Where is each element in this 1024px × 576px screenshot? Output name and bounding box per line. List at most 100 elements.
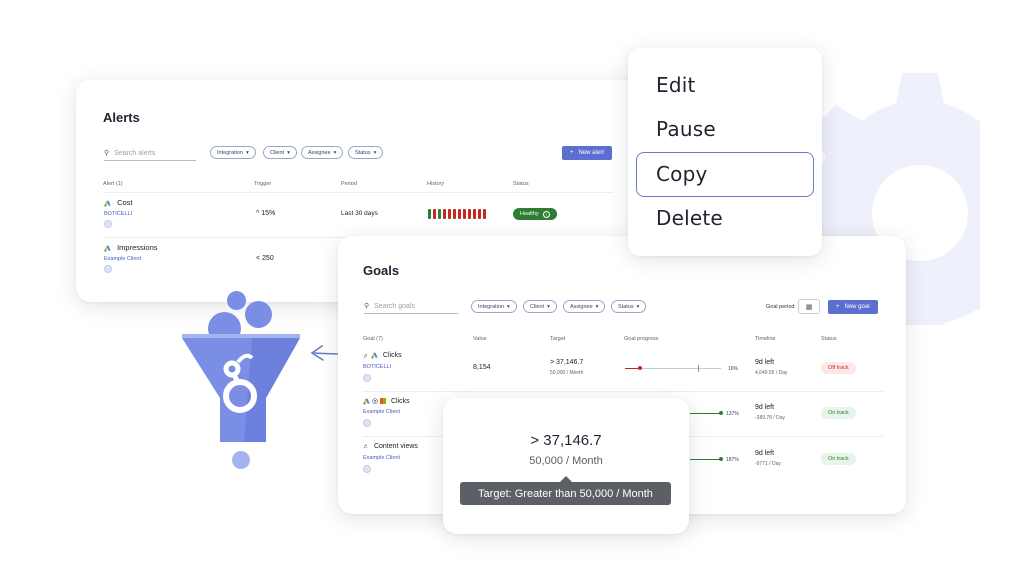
goal-name: Content views: [373, 443, 418, 450]
menu-item-pause[interactable]: Pause: [656, 117, 716, 141]
trigger-value: ^ 15%: [256, 210, 276, 217]
avatar: [363, 419, 371, 427]
alerts-search-placeholder: Search alerts: [114, 149, 156, 157]
google-ads-icon: [104, 245, 111, 252]
goal-progress-pct: 187%: [726, 457, 739, 463]
table-row[interactable]: ♬ Clicks: [363, 352, 402, 359]
client-link[interactable]: BOTICELLI: [104, 211, 132, 217]
history-bar: [442, 209, 447, 219]
filter-client[interactable]: Client ▾: [523, 300, 557, 313]
trigger-value: < 250: [256, 255, 274, 262]
col-status: Status: [821, 336, 837, 342]
client-link[interactable]: Example Client: [104, 256, 141, 262]
target-sub: 50,000 / Month: [529, 455, 603, 467]
history-bar: [432, 209, 437, 219]
chevron-down-icon: ▾: [246, 149, 249, 156]
new-alert-button[interactable]: + New alert: [562, 146, 612, 160]
calendar-icon[interactable]: ▦: [798, 299, 820, 314]
goals-search-input[interactable]: ⚲ Search goals: [364, 302, 458, 314]
google-ads-icon: [104, 200, 111, 207]
filter-client[interactable]: Client ▾: [263, 146, 297, 159]
history-bar: [428, 209, 432, 219]
google-ads-icon: [363, 398, 370, 405]
history-bar: [467, 209, 472, 219]
history-bar: [462, 209, 467, 219]
info-icon: i: [542, 210, 550, 218]
avatar: [104, 265, 112, 273]
alert-name: Cost: [117, 198, 133, 207]
col-goal-progress: Goal progress: [624, 336, 659, 342]
plus-icon: +: [570, 150, 574, 156]
megaphone-icon: ♬: [363, 353, 369, 360]
menu-item-copy[interactable]: Copy: [656, 162, 708, 186]
goal-period-label: Goal period: [766, 304, 795, 310]
timeline-sub: 4,649.55 / Day: [755, 370, 788, 376]
history-bars: [428, 209, 487, 219]
client-link[interactable]: Example Client: [363, 455, 400, 461]
goals-search-placeholder: Search goals: [374, 302, 415, 310]
goal-name: Clicks: [390, 398, 410, 405]
history-bar: [447, 209, 452, 219]
filter-assignee[interactable]: Assignee ▾: [301, 146, 344, 159]
filter-integration[interactable]: Integration ▾: [471, 300, 517, 313]
alert-name: Impressions: [117, 243, 158, 252]
client-link[interactable]: Example Client: [363, 409, 400, 415]
table-row[interactable]: ◎ Clicks: [363, 397, 410, 405]
divider: [103, 192, 613, 193]
context-menu: Edit Pause Copy Delete: [628, 48, 822, 256]
alerts-search-input[interactable]: ⚲ Search alerts: [104, 149, 196, 161]
target-detail-card: > 37,146.7 50,000 / Month Target: Greate…: [443, 398, 689, 534]
history-bar: [452, 209, 457, 219]
history-bar: [472, 209, 477, 219]
filter-integration[interactable]: Integration ▾: [210, 146, 256, 159]
timeline-sub: -9771 / Day: [755, 461, 781, 467]
goal-progress-bar: [690, 457, 723, 462]
chevron-down-icon: ▾: [287, 149, 290, 156]
plus-icon: +: [836, 304, 840, 310]
menu-item-delete[interactable]: Delete: [656, 206, 723, 230]
status-badge: Healthy i: [513, 208, 557, 220]
goal-progress-pct: 137%: [726, 411, 739, 417]
table-row[interactable]: Cost: [104, 198, 133, 207]
megaphone-icon: ♬: [363, 444, 369, 450]
instagram-icon: ◎: [371, 398, 379, 405]
goals-title: Goals: [363, 263, 400, 278]
bubble-dot: [227, 291, 246, 310]
col-alert: Alert (1): [103, 181, 123, 187]
menu-item-edit[interactable]: Edit: [656, 73, 696, 97]
goal-target-sub: 50,000 / Month: [550, 370, 584, 376]
client-link[interactable]: BOTICELLI: [363, 364, 391, 370]
search-icon: ⚲: [104, 150, 110, 157]
goal-progress-bar: [625, 365, 721, 372]
col-status: Status: [513, 181, 529, 187]
timeline: 9d left: [755, 404, 775, 411]
col-value: Value: [473, 336, 487, 342]
table-row[interactable]: Impressions: [104, 243, 158, 252]
timeline: 9d left: [755, 359, 775, 366]
history-bar: [482, 209, 487, 219]
chevron-down-icon: ▾: [595, 303, 599, 310]
chevron-down-icon: ▾: [547, 303, 550, 310]
chevron-down-icon: ▾: [636, 303, 640, 310]
status-badge: Off track: [821, 362, 856, 374]
table-row[interactable]: ♬ Content views: [363, 443, 418, 450]
col-history: History: [427, 181, 445, 187]
history-bar: [477, 209, 482, 219]
avatar: [363, 374, 371, 382]
col-target: Target: [550, 336, 566, 342]
timeline: 9d left: [755, 450, 775, 457]
new-goal-button[interactable]: + New goal: [828, 300, 878, 314]
google-ads-icon: [371, 352, 378, 359]
period-value: Last 30 days: [341, 210, 378, 217]
avatar: [104, 220, 112, 228]
divider: [363, 391, 883, 392]
target-tooltip: Target: Greater than 50,000 / Month: [460, 476, 671, 505]
alerts-title: Alerts: [103, 110, 140, 125]
status-badge: On track: [821, 453, 856, 465]
filter-status[interactable]: Status ▾: [611, 300, 647, 313]
filter-assignee[interactable]: Assignee ▾: [563, 300, 606, 313]
history-bar: [457, 209, 462, 219]
filter-status[interactable]: Status ▾: [348, 146, 384, 159]
goal-target: > 37,146.7: [550, 359, 584, 366]
goal-name: Clicks: [382, 352, 402, 360]
